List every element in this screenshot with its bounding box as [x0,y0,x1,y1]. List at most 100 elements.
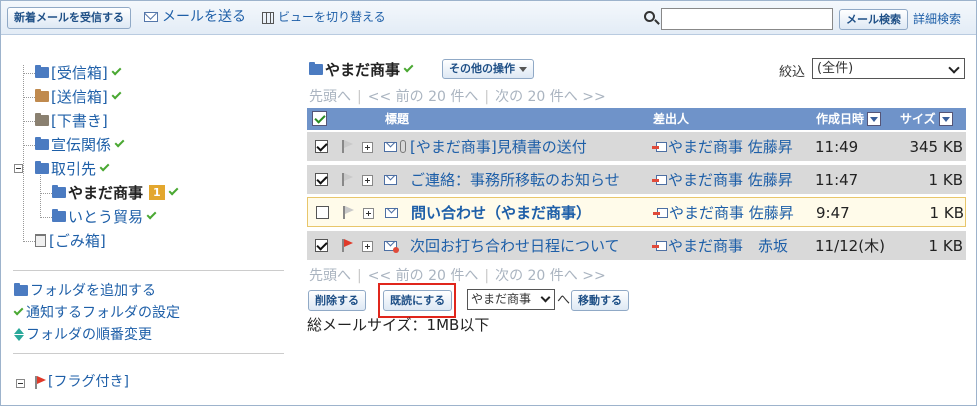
message-subject[interactable]: 問い合わせ（やまだ商事） [411,198,591,228]
tree-line [23,65,24,242]
other-operations-button[interactable]: その他の操作 [442,59,534,79]
message-sender[interactable]: やまだ商事 佐藤昇 [652,132,793,162]
flag-icon[interactable] [341,173,353,186]
message-size: 1 KB [928,171,963,189]
expand-toggle[interactable] [363,208,374,219]
mail-search-button[interactable]: メール検索 [839,9,908,30]
sender-name: やまだ商事 佐藤昇 [668,171,793,189]
sender-name: やまだ商事 佐藤昇 [669,204,794,222]
reorder-folders-link[interactable]: フォルダの順番変更 [14,324,152,346]
compose-link[interactable]: メールを送る [144,7,246,27]
collapse-toggle[interactable] [16,379,25,388]
column-size[interactable]: サイズ [900,108,953,130]
move-to-label: へ [557,293,571,308]
select-all-checkbox[interactable] [312,111,327,126]
receive-mail-button[interactable]: 新着メールを受信する [7,7,131,29]
envelope-icon [384,175,397,185]
folder-icon [35,65,49,78]
switch-view-link[interactable]: ビューを切り替える [262,7,386,27]
row-checkbox[interactable] [315,173,328,186]
flagged-folder-link[interactable]: [フラグ付き] [34,371,129,393]
envelope-icon [384,241,399,253]
table-row[interactable]: 問い合わせ（やまだ商事） やまだ商事 佐藤昇 9:47 1 KB [307,197,966,227]
table-row[interactable]: 次回お打ち合わせ日程について やまだ商事 赤坂 11/12(木) 1 KB [307,230,966,260]
folder-title: やまだ商事 [309,59,414,80]
column-date[interactable]: 作成日時 [816,108,882,130]
up-down-arrow-icon [14,328,24,342]
folder-icon [14,282,28,296]
tree-line [23,121,35,122]
envelope-icon [384,142,397,152]
sender-address-icon [652,174,667,186]
column-size-label: サイズ [900,112,936,126]
expand-toggle[interactable] [362,142,373,153]
folder-advertising[interactable]: 宣伝関係 [35,134,125,156]
folder-title-text: やまだ商事 [325,61,401,79]
check-icon [403,62,414,73]
filter-select[interactable]: (全件) [812,58,965,79]
filter-value: (全件) [817,61,854,76]
row-checkbox[interactable] [315,239,328,252]
folder-drafts[interactable]: [下書き] [35,110,108,132]
flag-icon[interactable] [342,206,354,219]
search-input[interactable] [661,8,833,30]
folder-label: [受信箱] [51,64,108,82]
pager-bottom: 先頭へ | << 前の 20 件へ | 次の 20 件へ >> [309,268,606,284]
tree-line [40,217,52,218]
folder-trash[interactable]: [ごみ箱] [35,230,106,252]
advanced-search-link[interactable]: 詳細検索 [913,10,961,27]
message-subject[interactable]: 次回お打ち合わせ日程について [410,231,620,261]
row-checkbox[interactable] [315,140,328,153]
expand-toggle[interactable] [362,175,373,186]
message-date: 11:49 [815,138,859,156]
flagged-label: [フラグ付き] [48,374,129,390]
sort-desc-icon[interactable] [867,111,882,126]
table-row[interactable]: [やまだ商事]見積書の送付 やまだ商事 佐藤昇 11:49 345 KB [307,131,966,161]
tree-line [23,97,35,98]
delete-button[interactable]: 削除する [308,290,366,311]
table-header: 標題 差出人 作成日時 サイズ [307,108,966,130]
add-folder-link[interactable]: フォルダを追加する [14,280,156,302]
message-sender[interactable]: やまだ商事 赤坂 [652,231,788,261]
collapse-toggle[interactable] [14,164,23,173]
toolbar: 新着メールを受信する メールを送る ビューを切り替える メール検索 詳細検索 [1,1,976,35]
message-sender[interactable]: やまだ商事 佐藤昇 [653,198,794,228]
dropdown-arrow-icon [519,66,527,72]
folder-label: [ごみ箱] [49,232,106,250]
reorder-folders-label: フォルダの順番変更 [26,327,152,343]
column-sender[interactable]: 差出人 [653,108,689,130]
sender-name: やまだ商事 佐藤昇 [668,138,793,156]
flag-icon [34,375,46,389]
folder-ito[interactable]: いとう貿易 [52,206,157,228]
folder-icon [52,209,66,222]
flag-icon[interactable] [341,239,353,252]
pager-prev: << 前の 20 件へ [367,89,479,105]
message-subject[interactable]: [やまだ商事]見積書の送付 [410,132,587,162]
row-checkbox[interactable] [316,206,329,219]
notify-folders-link[interactable]: 通知するフォルダの設定 [13,302,180,324]
folder-sent[interactable]: [送信箱] [35,86,122,108]
sort-desc-icon[interactable] [938,111,953,126]
column-subject[interactable]: 標題 [385,108,409,130]
folder-yamada[interactable]: やまだ商事 1 [52,182,179,204]
attachment-icon [400,140,406,153]
tree-line [23,145,35,146]
filter-label: 絞込 [779,65,806,80]
table-row[interactable]: ご連絡：事務所移転のお知らせ やまだ商事 佐藤昇 11:47 1 KB [307,164,966,194]
flag-icon[interactable] [341,140,353,153]
message-date: 11:47 [815,171,859,189]
message-subject[interactable]: ご連絡：事務所移転のお知らせ [410,165,620,195]
pager-first: 先頭へ [309,268,351,284]
mark-read-button[interactable]: 既読にする [383,290,453,311]
move-folder-select[interactable]: やまだ商事 [467,289,555,310]
tree-line [23,241,35,242]
folder-inbox[interactable]: [受信箱] [35,62,122,84]
view-columns-icon [262,11,274,24]
check-icon [13,305,24,315]
folder-clients[interactable]: 取引先 [35,158,110,180]
message-sender[interactable]: やまだ商事 佐藤昇 [652,165,793,195]
expand-toggle[interactable] [362,241,373,252]
notify-folders-label: 通知するフォルダの設定 [26,305,180,321]
trash-icon [35,234,46,247]
move-button[interactable]: 移動する [571,290,629,311]
